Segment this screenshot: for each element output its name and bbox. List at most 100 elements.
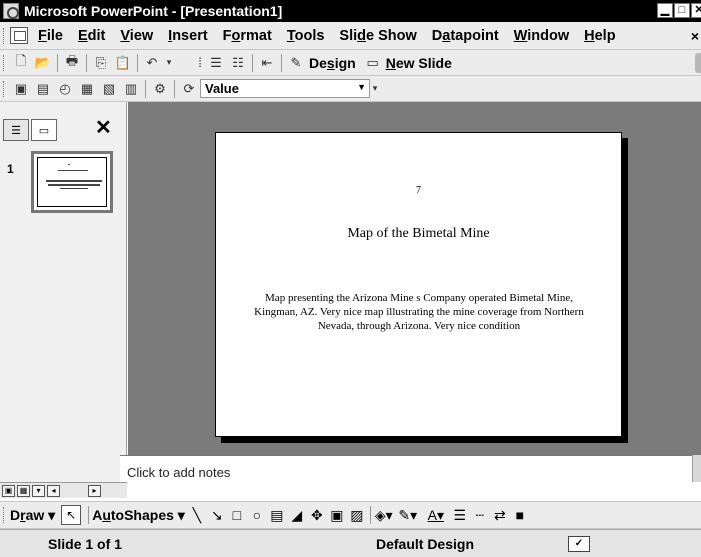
menu-item[interactable]: Edit — [78, 28, 105, 44]
grid-icon[interactable]: ▦ — [76, 79, 98, 99]
value-dropdown[interactable]: Value ▼ — [200, 79, 370, 98]
dash-style-icon[interactable]: ┄ — [470, 505, 490, 525]
outline-tab[interactable]: ☰ — [3, 119, 29, 141]
slide-title[interactable]: Map of the Bimetal Mine — [216, 226, 621, 242]
menu-item[interactable]: View — [120, 28, 153, 44]
new-slide-icon[interactable]: ▭ — [362, 53, 384, 73]
menu-item-label: E — [77, 27, 88, 44]
menu-item[interactable]: Slide Show — [339, 28, 416, 44]
separator — [281, 53, 282, 72]
timer-icon[interactable]: ◴ — [54, 79, 76, 99]
menu-item-label: Sli — [339, 27, 358, 44]
copy-icon[interactable]: ⎘ — [90, 53, 112, 73]
menu-item[interactable]: Help — [584, 28, 615, 44]
separator — [137, 53, 138, 72]
notes-pane[interactable]: Click to add notes — [120, 455, 701, 483]
menu-item-label: ools — [294, 27, 325, 44]
undo-dropdown-icon[interactable]: ▾ — [163, 53, 175, 73]
slide-number-text[interactable]: 7 — [216, 185, 621, 196]
menu-item[interactable]: Tools — [287, 28, 325, 44]
separator — [369, 506, 371, 524]
minimize-button[interactable]: ▁ — [657, 3, 673, 18]
toolbar-grip[interactable] — [3, 80, 6, 97]
close-window-button[interactable]: ✕ — [691, 3, 701, 18]
image-icon[interactable]: ▧ — [98, 79, 120, 99]
settings-icon[interactable]: ⚙ — [149, 79, 171, 99]
picture-icon[interactable]: ▨ — [347, 505, 367, 525]
slide-thumbnail[interactable] — [31, 151, 113, 213]
open-folder-icon[interactable]: 📂 — [32, 53, 54, 73]
toolbar-overflow-grip[interactable] — [695, 53, 701, 73]
slides-tab[interactable]: ▭ — [31, 119, 57, 141]
menu-item[interactable]: Datapoint — [432, 28, 499, 44]
refresh-icon[interactable]: ⟳ — [178, 79, 200, 99]
menu-item-label: ile — [46, 27, 63, 44]
arrow-style-icon[interactable]: ⇄ — [490, 505, 510, 525]
draw-menu-button[interactable]: Draw ▾ — [10, 507, 55, 524]
slide-sorter-icon[interactable]: ▦ — [17, 484, 30, 497]
scroll-left-icon[interactable]: ◂ — [47, 484, 60, 497]
spelling-check-icon[interactable]: ✓ — [568, 535, 590, 552]
separator — [252, 53, 253, 72]
new-slide-button[interactable]: New Slide — [386, 55, 452, 71]
chevron-down-icon: ▼ — [357, 82, 366, 92]
toolbar-grip[interactable] — [3, 507, 6, 523]
table-icon[interactable]: ▤ — [32, 79, 54, 99]
thumbnail-slide — [37, 157, 107, 207]
toolbar-options-icon[interactable]: ▾ — [370, 79, 380, 99]
autoshapes-menu-button[interactable]: AutoShapes ▾ — [92, 507, 185, 524]
menu-item-label: dit — [87, 27, 106, 44]
wordart-icon[interactable]: ◢ — [287, 505, 307, 525]
menu-item-label: nsert — [172, 27, 208, 44]
slide-body-text[interactable]: Map presenting the Arizona Mine s Compan… — [249, 291, 589, 333]
paste-icon[interactable]: 📋 — [112, 53, 134, 73]
datapoint-icon[interactable]: ▣ — [10, 79, 32, 99]
chart-icon[interactable]: ▥ — [120, 79, 142, 99]
fill-color-icon[interactable]: ◈▾ — [374, 505, 394, 525]
horizontal-scrollbar[interactable] — [127, 482, 701, 498]
menu-item-label: V — [120, 27, 130, 44]
arrow-icon[interactable]: ↘ — [207, 505, 227, 525]
clip-art-icon[interactable]: ▣ — [327, 505, 347, 525]
diagram-icon[interactable]: ✥ — [307, 505, 327, 525]
scroll-right-icon[interactable]: ▸ — [88, 484, 101, 497]
separator — [57, 53, 58, 72]
oval-icon[interactable]: ○ — [247, 505, 267, 525]
current-slide[interactable]: 7 Map of the Bimetal Mine Map presenting… — [215, 132, 622, 437]
print-icon[interactable]: 🖶 — [61, 53, 83, 73]
menu-item[interactable]: Format — [223, 28, 272, 44]
new-document-icon[interactable]: 🗋 — [10, 53, 32, 73]
rectangle-icon[interactable]: □ — [227, 505, 247, 525]
menu-item[interactable]: Insert — [168, 28, 208, 44]
separator — [174, 79, 175, 98]
shadow-style-icon[interactable]: ■ — [510, 505, 530, 525]
undo-icon[interactable]: ↶ — [141, 53, 163, 73]
status-design-name: Default Design — [375, 535, 474, 552]
font-color-icon[interactable]: A▾ — [422, 505, 450, 525]
toolbar-grip[interactable] — [3, 54, 6, 71]
numbering-icon[interactable]: ☰ — [205, 53, 227, 73]
bullets-icon[interactable]: ☷ — [227, 53, 249, 73]
close-pane-icon[interactable]: ✕ — [95, 115, 112, 140]
menu-item[interactable]: File — [38, 28, 63, 44]
powerpoint-app-icon[interactable] — [3, 3, 19, 19]
maximize-button[interactable]: □ — [674, 3, 690, 18]
text-box-icon[interactable]: ▤ — [267, 505, 287, 525]
slideshow-icon[interactable]: ▾ — [32, 484, 45, 497]
design-button[interactable]: Design — [309, 55, 356, 71]
line-color-icon[interactable]: ✎▾ — [394, 505, 422, 525]
menu-item[interactable]: Window — [514, 28, 569, 44]
menu-bar-grip[interactable] — [3, 27, 6, 44]
decrease-indent-icon[interactable]: ⇤ — [256, 53, 278, 73]
close-document-button[interactable]: × — [691, 28, 699, 44]
normal-view-icon[interactable]: ▣ — [2, 484, 15, 497]
toolbar-options-icon[interactable]: ⁞ — [195, 53, 205, 73]
document-control-icon[interactable] — [10, 27, 28, 44]
line-icon[interactable]: ╲ — [187, 505, 207, 525]
menu-item-label: D — [431, 27, 443, 44]
select-objects-icon[interactable]: ↖ — [61, 505, 82, 525]
thumbnail-text — [58, 170, 88, 171]
design-icon[interactable]: ✎ — [285, 53, 307, 73]
line-style-icon[interactable]: ☰ — [450, 505, 470, 525]
thumbnail-text — [68, 164, 70, 165]
